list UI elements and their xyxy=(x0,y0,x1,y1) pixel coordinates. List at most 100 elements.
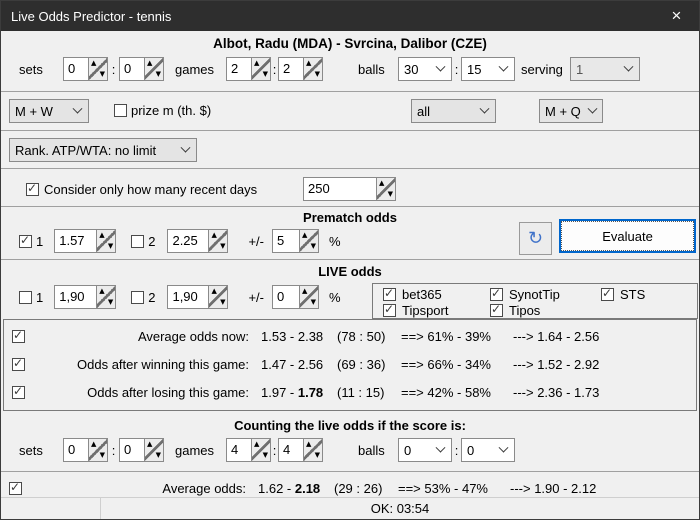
spinner-updown-icon[interactable]: ▲ ▼ xyxy=(144,439,163,461)
chevron-down-icon xyxy=(479,103,490,114)
live-margin-spinner[interactable]: 0 ▲ ▼ xyxy=(272,285,320,309)
games-player2-spinner[interactable]: 2 ▲ ▼ xyxy=(278,57,323,81)
bookmaker-sts-checkbox[interactable] xyxy=(601,286,614,301)
prize-checkbox[interactable] xyxy=(114,104,127,117)
spinner-updown-icon[interactable]: ▲ ▼ xyxy=(299,230,319,252)
serving-select[interactable]: 1 xyxy=(570,57,640,81)
counting-sets-label: sets xyxy=(19,442,43,458)
counting-games-player1-spinner[interactable]: 4 ▲ ▼ xyxy=(226,438,271,462)
prize-label: prize m (th. $) xyxy=(131,103,212,118)
bookmaker-bet365-checkbox[interactable] xyxy=(383,286,396,301)
result-winning-checkbox[interactable] xyxy=(12,356,25,371)
up-arrow-icon: ▲ xyxy=(99,287,105,295)
prematch-p1-odds-spinner[interactable]: 1.57 ▲ ▼ xyxy=(54,229,117,253)
prematch-p2-odds-spinner[interactable]: 2.25 ▲ ▼ xyxy=(167,229,229,253)
average-odds-projected: ---> 1.90 - 2.12 xyxy=(510,480,597,496)
balls-label: balls xyxy=(358,61,385,77)
up-arrow-icon: ▲ xyxy=(211,287,217,295)
result-losing-checkbox[interactable] xyxy=(12,384,25,399)
spinner-updown-icon[interactable]: ▲ ▼ xyxy=(96,230,116,252)
colon-separator: : xyxy=(454,442,459,458)
chevron-down-icon xyxy=(72,103,83,114)
result-projected-odds: ---> 1.52 - 2.92 xyxy=(513,356,600,372)
live-header: LIVE odds xyxy=(318,264,382,279)
spinner-updown-icon[interactable]: ▲ ▼ xyxy=(96,286,116,308)
sets-player1-spinner[interactable]: 0 ▲ ▼ xyxy=(63,57,108,81)
counting-games-player2-spinner[interactable]: 4 ▲ ▼ xyxy=(278,438,323,462)
balls-player2-value: 15 xyxy=(467,61,482,77)
bookmaker-item: bet365 xyxy=(383,286,442,302)
bookmaker-item: STS xyxy=(601,286,645,302)
spinner-updown-icon[interactable]: ▲ ▼ xyxy=(208,230,228,252)
titlebar: Live Odds Predictor - tennis × xyxy=(1,1,699,31)
bookmakers-box: bet365 SynotTip STS Tipsport Tipos xyxy=(372,283,698,319)
bookmaker-tipsport-checkbox[interactable] xyxy=(383,302,396,317)
close-button[interactable]: × xyxy=(654,1,699,31)
counting-sets-player1-spinner[interactable]: 0 ▲ ▼ xyxy=(63,438,108,462)
counting-balls-player2-select[interactable]: 0 xyxy=(461,438,515,462)
balls-player1-select[interactable]: 30 xyxy=(398,57,452,81)
spinner-updown-icon[interactable]: ▲ ▼ xyxy=(303,58,322,80)
spinner-updown-icon[interactable]: ▲ ▼ xyxy=(251,58,270,80)
window-title: Live Odds Predictor - tennis xyxy=(11,8,172,24)
live-p1-odds-spinner[interactable]: 1,90 ▲ ▼ xyxy=(54,285,117,309)
sets-player2-spinner[interactable]: 0 ▲ ▼ xyxy=(119,57,164,81)
spinner-updown-icon[interactable]: ▲ ▼ xyxy=(144,58,163,80)
live-p1-checkbox[interactable] xyxy=(19,290,32,304)
spinner-updown-icon[interactable]: ▲ ▼ xyxy=(303,439,322,461)
counting-balls-player1-select[interactable]: 0 xyxy=(398,438,452,462)
quali-select[interactable]: M + Q xyxy=(539,99,603,123)
statusbar-left-cell xyxy=(1,498,101,519)
evaluate-button[interactable]: Evaluate xyxy=(559,219,696,253)
sets-player2-value: 0 xyxy=(124,61,132,76)
tournament-filter-select[interactable]: all xyxy=(411,99,496,123)
result-count: (11 : 15) xyxy=(337,384,385,400)
result-odds: 1.53 - 2.38 xyxy=(261,329,337,344)
rank-row: Rank. ATP/WTA: no limit xyxy=(1,136,699,164)
recent-days-spinner[interactable]: 250 ▲ ▼ xyxy=(303,177,396,201)
recent-days-checkbox[interactable] xyxy=(26,181,39,196)
bookmaker-label: Tipsport xyxy=(402,302,449,318)
bookmaker-synottip-checkbox[interactable] xyxy=(490,286,503,301)
average-odds-values: 1.62 - 2.18 xyxy=(258,481,334,496)
result-row-losing: Odds after losing this game: 1.97 - 1.78… xyxy=(4,379,696,405)
spinner-updown-icon[interactable]: ▲ ▼ xyxy=(208,286,228,308)
prematch-margin-spinner[interactable]: 5 ▲ ▼ xyxy=(272,229,320,253)
average-odds-checkbox[interactable] xyxy=(9,480,22,495)
counting-sets-player2-spinner[interactable]: 0 ▲ ▼ xyxy=(119,438,164,462)
average-odds-bold: 2.18 xyxy=(294,480,321,496)
result-percentages: ==> 61% - 39% xyxy=(401,328,491,344)
recent-days-row: Consider only how many recent days 250 ▲… xyxy=(1,175,699,203)
spinner-updown-icon[interactable]: ▲ ▼ xyxy=(88,439,107,461)
bookmaker-tipos-checkbox[interactable] xyxy=(490,302,503,317)
prematch-margin-label: +/- xyxy=(248,233,265,249)
spinner-updown-icon[interactable]: ▲ ▼ xyxy=(376,178,395,200)
down-arrow-icon: ▼ xyxy=(220,298,226,306)
balls-player2-select[interactable]: 15 xyxy=(461,57,515,81)
status-text: OK: 03:54 xyxy=(370,501,430,516)
prematch-margin-value: 5 xyxy=(277,233,285,248)
games-player1-spinner[interactable]: 2 ▲ ▼ xyxy=(226,57,271,81)
filter-row: M + W prize m (th. $) all M + Q xyxy=(1,97,699,125)
rank-select[interactable]: Rank. ATP/WTA: no limit xyxy=(9,138,197,162)
result-count: (69 : 36) xyxy=(337,356,386,372)
down-arrow-icon: ▼ xyxy=(262,70,268,78)
refresh-button[interactable]: ↻ xyxy=(519,222,552,255)
chevron-down-icon xyxy=(435,61,446,72)
colon-separator: : xyxy=(111,61,116,77)
spinner-updown-icon[interactable]: ▲ ▼ xyxy=(299,286,319,308)
spinner-updown-icon[interactable]: ▲ ▼ xyxy=(88,58,107,80)
category-select[interactable]: M + W xyxy=(9,99,89,123)
result-percentages: ==> 66% - 34% xyxy=(401,356,491,372)
prematch-p2-checkbox[interactable] xyxy=(131,234,145,248)
prematch-p1-checkbox[interactable] xyxy=(19,233,32,248)
live-p2-label: 2 xyxy=(148,289,156,305)
up-arrow-icon: ▲ xyxy=(91,440,97,448)
spinner-updown-icon[interactable]: ▲ ▼ xyxy=(251,439,270,461)
result-now-checkbox[interactable] xyxy=(12,328,25,343)
section-divider xyxy=(1,471,699,472)
prematch-p2-odds-value: 2.25 xyxy=(172,233,198,248)
live-p2-odds-spinner[interactable]: 1,90 ▲ ▼ xyxy=(167,285,229,309)
live-p2-checkbox[interactable] xyxy=(131,290,145,304)
up-arrow-icon: ▲ xyxy=(254,59,260,67)
